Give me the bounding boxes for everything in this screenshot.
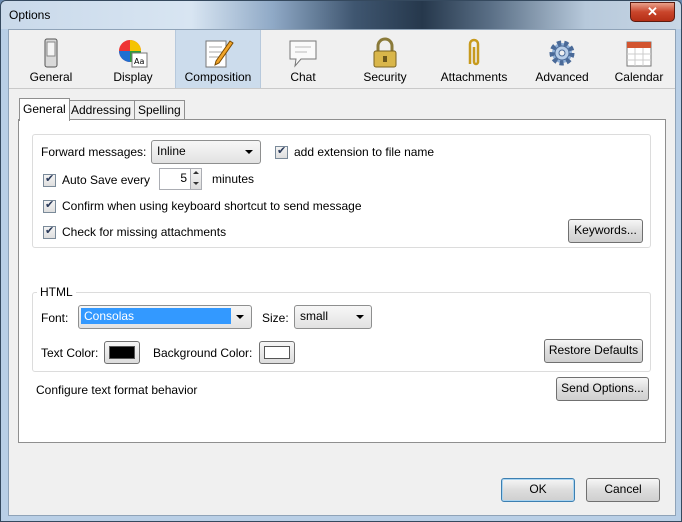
chevron-down-icon: [245, 150, 253, 154]
general-tab-panel: Forward messages: Inline add extension t…: [18, 119, 666, 443]
pane-label: General: [29, 70, 73, 84]
forward-messages-select[interactable]: Inline: [151, 140, 261, 164]
keywords-button[interactable]: Keywords...: [568, 219, 643, 243]
gear-icon: [549, 40, 575, 66]
pane-security[interactable]: Security: [347, 30, 423, 88]
pane-attachments[interactable]: Attachments: [429, 30, 519, 88]
window-title: Options: [9, 8, 51, 22]
size-label: Size:: [262, 311, 289, 325]
chat-bubble-icon: [289, 40, 317, 68]
text-color-swatch: [109, 346, 135, 359]
pane-label: Security: [363, 70, 407, 84]
pane-label: Composition: [184, 70, 252, 84]
autosave-minutes-input[interactable]: 5: [159, 168, 191, 190]
pane-calendar[interactable]: Calendar: [603, 30, 675, 88]
autosave-unit-label: minutes: [212, 172, 255, 186]
tab-general[interactable]: General: [19, 98, 70, 121]
send-options-button[interactable]: Send Options...: [556, 377, 649, 401]
options-window: Options ✕ General Aa Display Composition…: [0, 0, 682, 522]
color-wheel-icon: Aa: [119, 40, 148, 68]
autosave-checkbox[interactable]: [43, 172, 56, 187]
autosave-minutes-value: 5: [180, 171, 187, 185]
dialog-body: General Aa Display Composition Chat Secu…: [8, 29, 676, 516]
missing-attachments-checkbox[interactable]: [43, 224, 56, 239]
pane-display[interactable]: Aa Display: [93, 30, 173, 88]
chevron-down-icon: [356, 315, 364, 319]
chevron-down-icon: [236, 315, 244, 319]
padlock-icon: [373, 37, 397, 68]
pane-label: Advanced: [535, 70, 589, 84]
pane-general[interactable]: General: [13, 30, 89, 88]
missing-attachments-label: Check for missing attachments: [62, 225, 227, 239]
pane-label: Display: [113, 70, 153, 84]
size-value: small: [300, 309, 329, 323]
font-value: Consolas: [84, 309, 135, 323]
forward-messages-value: Inline: [157, 144, 186, 158]
background-color-label: Background Color:: [153, 346, 253, 360]
font-label: Font:: [41, 311, 69, 325]
cancel-button[interactable]: Cancel: [586, 478, 660, 502]
html-group-legend: HTML: [37, 285, 76, 299]
add-extension-label: add extension to file name: [294, 145, 435, 159]
autosave-spinner[interactable]: [190, 168, 202, 190]
text-format-label: Configure text format behavior: [36, 383, 198, 397]
spin-down-icon[interactable]: [193, 182, 199, 185]
spin-up-icon[interactable]: [193, 171, 199, 174]
pane-composition[interactable]: Composition: [175, 30, 261, 88]
composition-pencil-icon: [205, 40, 234, 68]
tab-addressing[interactable]: Addressing: [67, 100, 136, 120]
pane-label: Chat: [290, 70, 316, 84]
restore-defaults-button[interactable]: Restore Defaults: [544, 339, 643, 363]
background-color-swatch: [264, 346, 290, 359]
size-select[interactable]: small: [294, 305, 372, 329]
font-select[interactable]: Consolas: [78, 305, 252, 329]
calendar-icon: [626, 41, 652, 67]
pane-label: Attachments: [440, 70, 508, 84]
text-color-picker[interactable]: [104, 341, 140, 364]
ok-button[interactable]: OK: [501, 478, 575, 502]
pane-toolbar: General Aa Display Composition Chat Secu…: [9, 30, 675, 89]
confirm-shortcut-label: Confirm when using keyboard shortcut to …: [62, 199, 362, 213]
pane-label: Calendar: [614, 70, 664, 84]
close-icon: ✕: [647, 4, 658, 19]
svg-text:Aa: Aa: [134, 57, 144, 66]
background-color-picker[interactable]: [259, 341, 295, 364]
pane-chat[interactable]: Chat: [265, 30, 341, 88]
title-bar[interactable]: Options ✕: [1, 1, 681, 29]
tab-spelling[interactable]: Spelling: [134, 100, 185, 120]
confirm-shortcut-checkbox[interactable]: [43, 198, 56, 213]
forward-messages-label: Forward messages:: [41, 145, 147, 159]
add-extension-checkbox[interactable]: [275, 144, 288, 159]
close-button[interactable]: ✕: [630, 2, 675, 22]
paperclip-icon: [468, 38, 480, 66]
text-color-label: Text Color:: [41, 346, 99, 360]
pane-advanced[interactable]: Advanced: [521, 30, 603, 88]
phone-icon: [44, 38, 58, 68]
autosave-label: Auto Save every: [62, 173, 151, 187]
